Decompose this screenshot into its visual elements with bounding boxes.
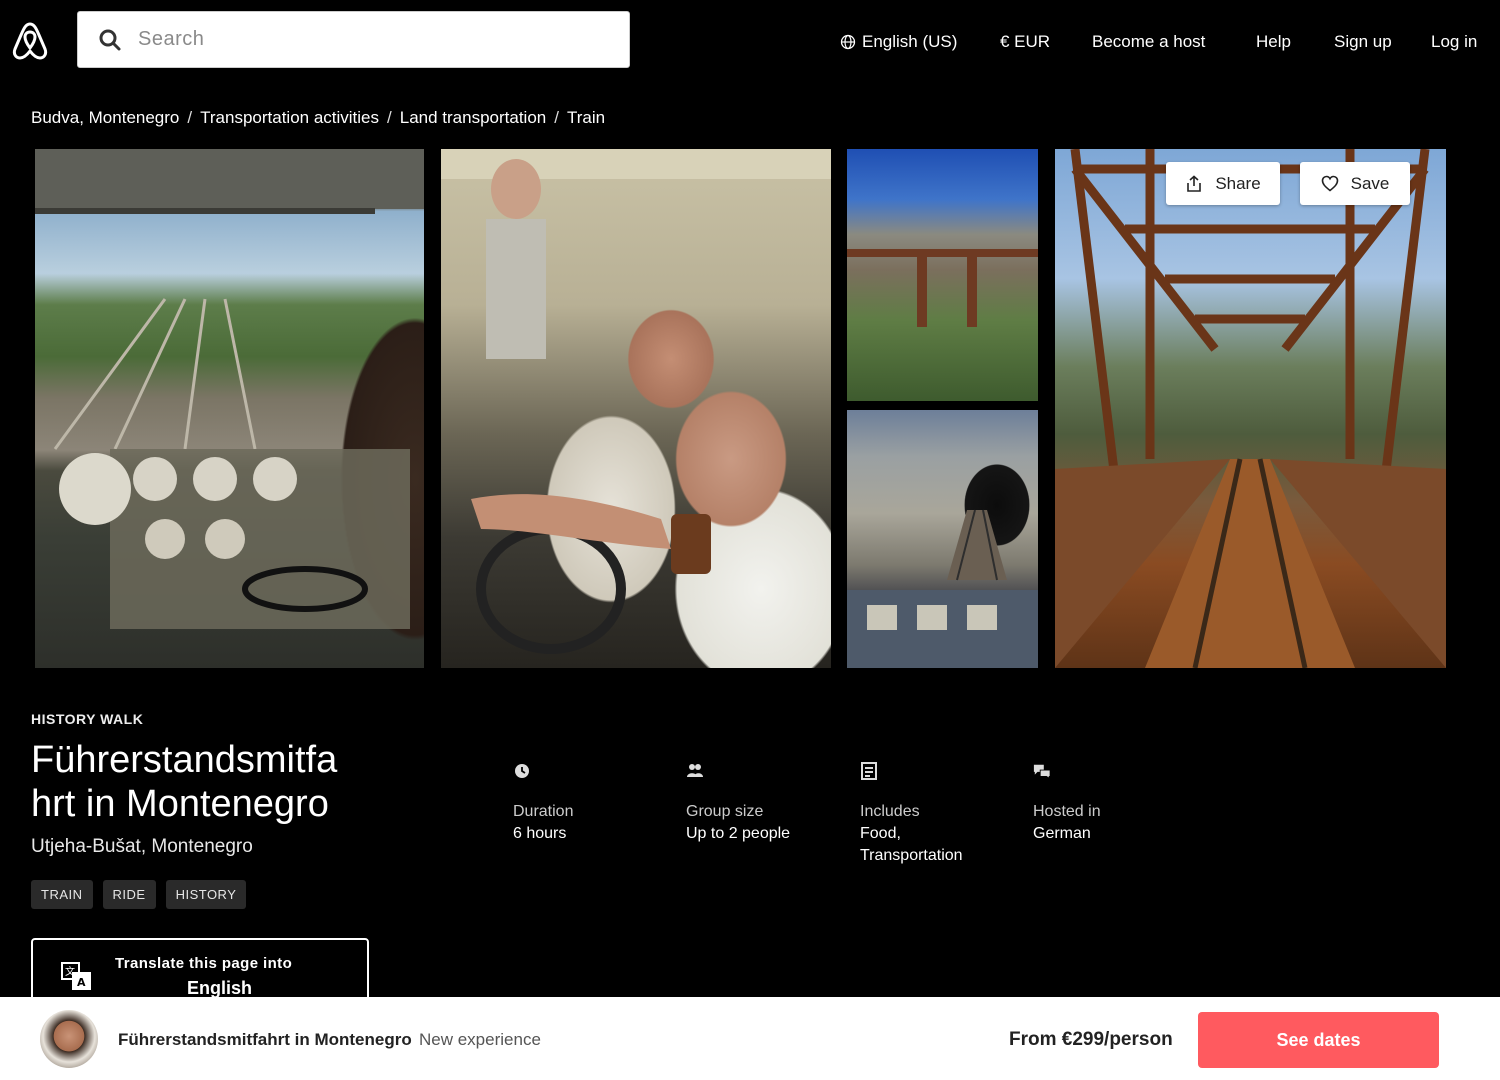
translate-language: English [187, 978, 253, 998]
experience-title-line-1: Führerstandsmitfa [31, 739, 338, 781]
globe-icon [840, 34, 856, 50]
info-hosted-in-value: German [1033, 825, 1091, 842]
info-hosted-in: Hosted in German [1033, 762, 1193, 845]
currency-selector[interactable]: € EUR [1000, 30, 1050, 54]
people-icon [687, 764, 703, 777]
breadcrumb-item-land-transportation[interactable]: Land transportation [400, 108, 547, 128]
log-in-link[interactable]: Log in [1431, 30, 1477, 54]
airbnb-logo-icon[interactable] [10, 20, 50, 62]
booking-bar: Führerstandsmitfahrt in Montenegro New e… [0, 997, 1500, 1080]
clock-icon [515, 764, 529, 778]
share-icon [1187, 174, 1202, 192]
tag-ride[interactable]: RIDE [102, 880, 156, 909]
tag-list: TRAIN RIDE HISTORY [31, 880, 256, 909]
search-icon [99, 29, 121, 50]
sign-up-link[interactable]: Sign up [1334, 30, 1392, 54]
info-includes-value: Food, Transportation [860, 825, 963, 864]
info-group-size-label: Group size [686, 803, 764, 820]
search-input[interactable] [138, 28, 598, 51]
info-includes: Includes Food, Transportation [860, 762, 1020, 867]
photo-tunnel[interactable] [847, 410, 1038, 668]
share-label: Share [1215, 173, 1261, 193]
info-group-size: Group size Up to 2 people [686, 762, 846, 845]
breadcrumb-item-budva[interactable]: Budva, Montenegro [31, 108, 179, 128]
search-box[interactable] [77, 11, 630, 68]
svg-text:文: 文 [65, 965, 75, 978]
save-label: Save [1350, 173, 1390, 193]
price-unit: /person [1104, 1029, 1173, 1050]
experience-location[interactable]: Utjeha-Bušat, Montenegro [31, 836, 253, 858]
language-selector[interactable]: English (US) [840, 30, 957, 54]
experience-title: Führerstandsmitfa hrt in Montenegro [31, 738, 391, 826]
tag-train[interactable]: TRAIN [31, 880, 93, 909]
breadcrumb-separator: / [387, 108, 392, 127]
see-dates-button[interactable]: See dates [1198, 1012, 1439, 1068]
tag-history[interactable]: HISTORY [165, 880, 247, 909]
breadcrumb-separator: / [187, 108, 193, 127]
info-hosted-in-label: Hosted in [1033, 803, 1101, 820]
info-duration-value: 6 hours [513, 825, 567, 842]
svg-text:A: A [77, 976, 86, 989]
save-button[interactable]: Save [1300, 162, 1410, 205]
experience-category: HISTORY WALK [31, 711, 144, 727]
translate-icon: 文 A [61, 962, 91, 990]
help-link[interactable]: Help [1256, 30, 1291, 54]
info-group-size-value: Up to 2 people [686, 825, 791, 842]
breadcrumb-item-train[interactable]: Train [567, 108, 605, 128]
booking-bar-title: Führerstandsmitfahrt in Montenegro [118, 1030, 412, 1049]
info-includes-label: Includes [860, 803, 920, 820]
top-header: English (US) € EUR Become a host Help Si… [0, 0, 1500, 80]
breadcrumb: Budva, Montenegro / Transportation activ… [31, 108, 605, 128]
receipt-icon [861, 762, 877, 780]
experience-title-line-2: hrt in Montenegro [31, 783, 329, 825]
share-button[interactable]: Share [1166, 162, 1280, 205]
photo-drivers[interactable] [441, 149, 831, 668]
price-value: From €299 [1009, 1029, 1105, 1050]
booking-bar-subtitle: New experience [419, 1030, 541, 1049]
photo-cab-view[interactable] [35, 149, 424, 668]
info-duration: Duration 6 hours [513, 762, 673, 845]
language-label: English (US) [862, 32, 958, 51]
breadcrumb-separator: / [554, 108, 559, 127]
become-host-link[interactable]: Become a host [1092, 30, 1205, 54]
translate-label: Translate this page into [115, 955, 293, 972]
info-duration-label: Duration [513, 803, 574, 820]
breadcrumb-item-transportation-activities[interactable]: Transportation activities [200, 108, 379, 128]
host-avatar[interactable] [40, 1010, 98, 1068]
photo-bridge[interactable] [1055, 149, 1446, 668]
photo-viaduct[interactable] [847, 149, 1038, 401]
booking-bar-price: From €299/person [1009, 1029, 1173, 1051]
chat-bubbles-icon [1033, 764, 1051, 780]
heart-icon [1321, 175, 1338, 192]
